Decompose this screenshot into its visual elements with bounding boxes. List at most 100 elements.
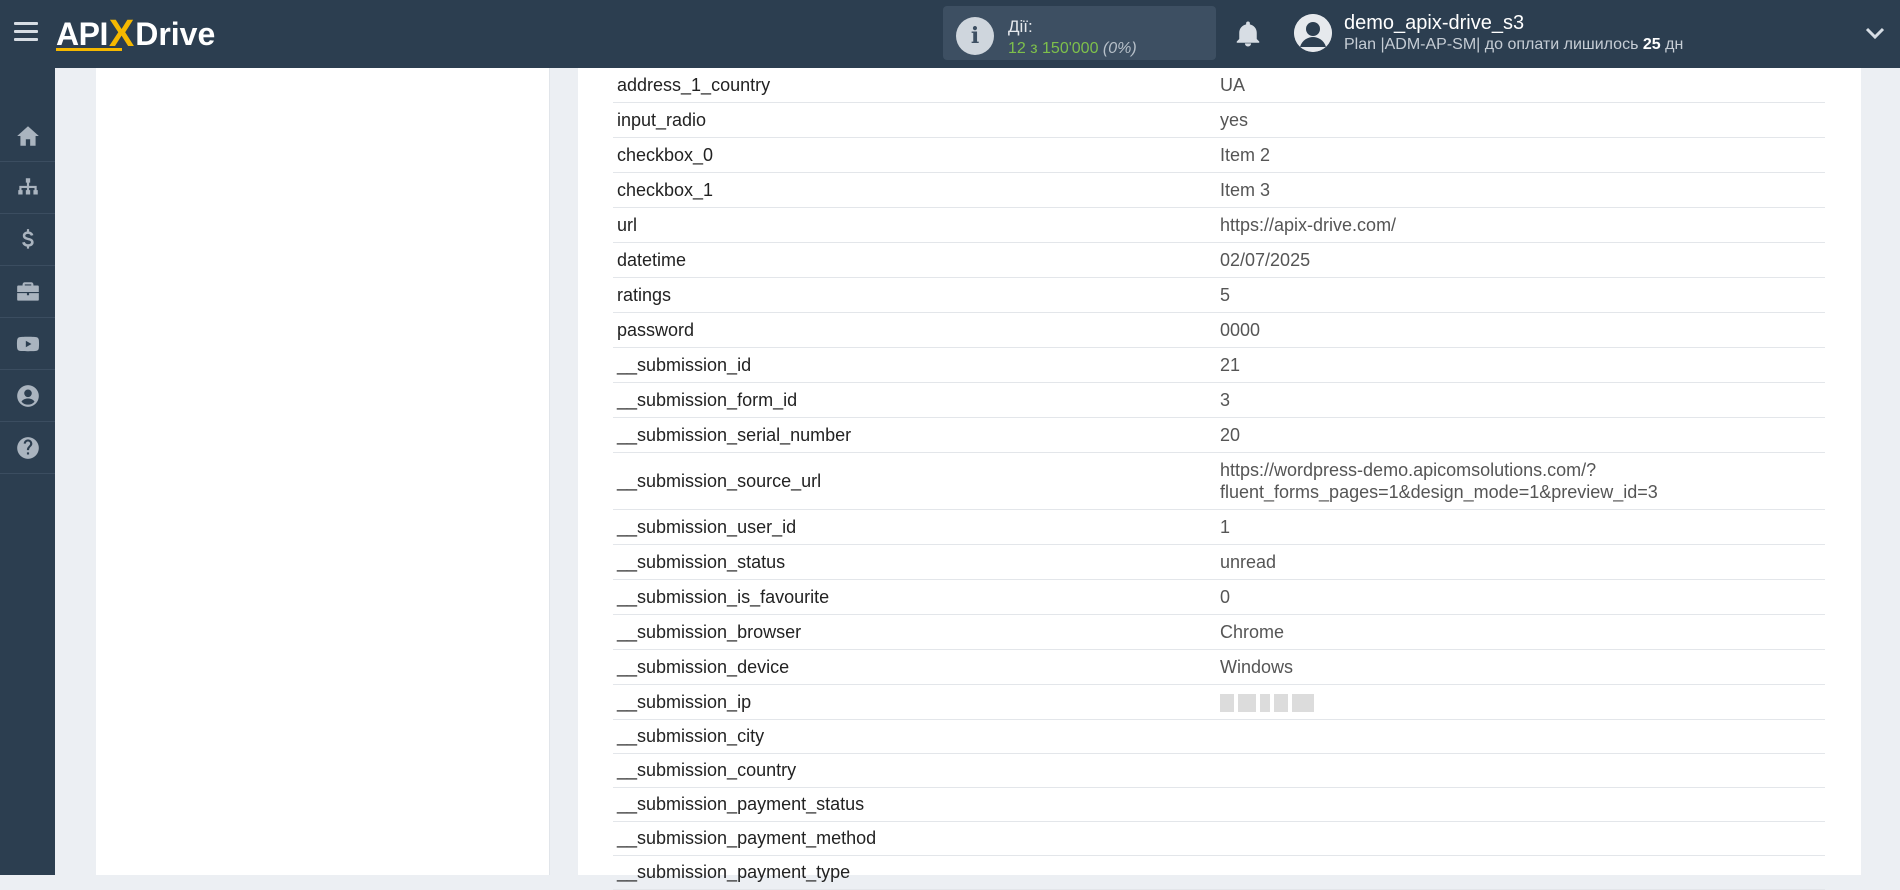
briefcase-icon [16, 281, 39, 301]
field-value: 1 [1220, 517, 1231, 537]
table-row: __submission_payment_method [613, 822, 1825, 856]
actions-label: Дії: [1008, 17, 1033, 36]
main-panel: address_1_country UA input_radio yes checkbo… [578, 68, 1861, 890]
chevron-down-icon[interactable] [1864, 24, 1886, 42]
sidebar-item-billing[interactable] [0, 214, 55, 266]
table-row: __submission_form_id 3 [613, 383, 1825, 418]
table-row: password 0000 [613, 313, 1825, 348]
table-row: __submission_payment_type [613, 856, 1825, 890]
table-row: __submission_country [613, 754, 1825, 788]
table-row: __submission_is_favourite 0 [613, 580, 1825, 615]
logo-text-drive: Drive [135, 15, 216, 52]
field-value: yes [1220, 110, 1249, 130]
redacted-ip [1220, 694, 1314, 713]
field-key: checkbox_0 [617, 144, 714, 165]
bell-icon[interactable] [1233, 18, 1263, 50]
table-row: input_radio yes [613, 103, 1825, 138]
sidebar-item-videos[interactable] [0, 318, 55, 370]
user-circle-icon [16, 384, 39, 407]
field-value: 0 [1220, 587, 1231, 607]
field-key: __submission_ip [617, 691, 752, 712]
field-key: __submission_country [617, 760, 797, 780]
dollar-icon [21, 228, 34, 249]
field-value: unread [1220, 552, 1277, 572]
left-panel [96, 68, 550, 875]
field-value [1220, 799, 1825, 811]
table-row: checkbox_1 Item 3 [613, 173, 1825, 208]
field-value: 20 [1220, 425, 1241, 445]
field-value [1220, 685, 1825, 719]
field-value: Chrome [1220, 622, 1285, 642]
table-row: __submission_ip [613, 685, 1825, 720]
field-value-line: fluent_forms_pages=1&design_mode=1&previ… [1220, 482, 1658, 502]
field-key: __submission_payment_type [617, 862, 851, 882]
avatar[interactable] [1294, 14, 1332, 52]
field-value: Item 3 [1220, 180, 1271, 200]
field-key: __submission_source_url [617, 470, 822, 491]
table-row: __submission_device Windows [613, 650, 1825, 685]
table-row: address_1_country UA [613, 68, 1825, 103]
sidebar-item-help[interactable] [0, 422, 55, 474]
table-row: __submission_city [613, 720, 1825, 754]
table-row: __submission_id 21 [613, 348, 1825, 383]
field-key: input_radio [617, 109, 707, 130]
actions-percent: (0%) [1102, 40, 1137, 57]
field-key: ratings [617, 284, 672, 305]
table-row: __submission_browser Chrome [613, 615, 1825, 650]
field-key: __submission_user_id [617, 516, 797, 537]
table-row: checkbox_0 Item 2 [613, 138, 1825, 173]
field-key: password [617, 319, 695, 340]
home-icon [16, 125, 39, 146]
field-value: https://wordpress-demo.apicomsolutions.c… [1220, 453, 1825, 509]
actions-count: 12 з 150'000 [1008, 40, 1099, 57]
sidebar [0, 68, 55, 875]
youtube-icon [16, 336, 39, 351]
table-row: __submission_serial_number 20 [613, 418, 1825, 453]
field-value: 5 [1220, 285, 1231, 305]
sidebar-item-profile[interactable] [0, 370, 55, 422]
sidebar-item-connections[interactable] [0, 162, 55, 214]
field-key: checkbox_1 [617, 179, 714, 200]
field-key: address_1_country [617, 74, 771, 95]
field-key: __submission_serial_number [617, 424, 852, 445]
actions-counter[interactable]: i Дії: 12 з 150'000 (0%) [943, 6, 1216, 60]
field-value [1220, 867, 1825, 879]
table-row: __submission_source_url https://wordpress… [613, 453, 1825, 510]
field-key: __submission_form_id [617, 389, 798, 410]
table-row: __submission_payment_status [613, 788, 1825, 822]
field-key: __submission_payment_method [617, 828, 877, 848]
plan-days-suffix: дн [1665, 36, 1684, 53]
info-icon: i [956, 17, 994, 55]
field-value: 0000 [1220, 320, 1261, 340]
username[interactable]: demo_apix-drive_s3 [1344, 12, 1524, 35]
field-value-line: https://wordpress-demo.apicomsolutions.c… [1220, 460, 1597, 480]
actions-value: 12 з 150'000 (0%) [1008, 40, 1137, 58]
field-key: __submission_payment_status [617, 794, 865, 814]
plan-info: Plan |ADM-AP-SM| до оплати лишилось 25 д… [1344, 36, 1683, 54]
logo-text-api: API [56, 15, 108, 52]
table-row: __submission_status unread [613, 545, 1825, 580]
field-value: UA [1220, 75, 1246, 95]
field-key: url [617, 214, 638, 235]
table-row: datetime 02/07/2025 [613, 243, 1825, 278]
table-row: __submission_user_id 1 [613, 510, 1825, 545]
field-value [1220, 731, 1825, 743]
field-key: __submission_id [617, 354, 752, 375]
table-row: url https://apix-drive.com/ [613, 208, 1825, 243]
field-value: 02/07/2025 [1220, 250, 1311, 270]
field-value [1220, 833, 1825, 845]
sidebar-item-home[interactable] [0, 110, 55, 162]
field-key: __submission_status [617, 551, 786, 572]
fields-table: address_1_country UA input_radio yes checkbo… [613, 68, 1825, 890]
field-value: Item 2 [1220, 145, 1271, 165]
sidebar-item-services[interactable] [0, 266, 55, 318]
sitemap-icon [17, 177, 38, 194]
logo-underline [56, 48, 122, 51]
top-bar: API X Drive i Дії: 12 з 150'000 (0%) demo_… [0, 0, 1900, 68]
menu-icon[interactable] [14, 22, 38, 42]
field-value [1220, 765, 1825, 777]
question-icon [16, 436, 39, 459]
plan-text: Plan |ADM-AP-SM| до оплати лишилось [1344, 36, 1639, 53]
field-value: Windows [1220, 657, 1294, 677]
field-key: datetime [617, 249, 687, 270]
